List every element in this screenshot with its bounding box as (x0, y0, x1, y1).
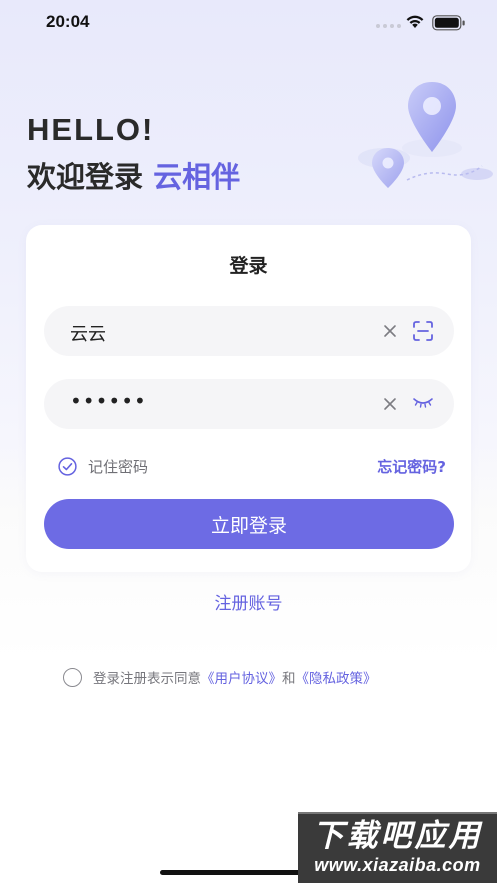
watermark-url: www.xiazaiba.com (314, 855, 481, 875)
agreement-row: 登录注册表示同意 《用户协议》 和 《隐私政策》 (63, 667, 377, 687)
username-field[interactable]: 云云 (44, 306, 454, 356)
remember-password-label: 记住密码 (88, 458, 149, 476)
close-icon[interactable] (383, 397, 397, 411)
user-agreement-link[interactable]: 《用户协议》 (201, 667, 282, 687)
status-dots (376, 24, 401, 28)
status-bar: 20:04 (0, 0, 497, 46)
login-button[interactable]: 立即登录 (44, 499, 454, 549)
login-card-title: 登录 (229, 255, 268, 277)
close-icon[interactable] (383, 324, 397, 338)
forgot-password-link[interactable]: 忘记密码? (377, 456, 446, 477)
agreement-radio[interactable] (63, 667, 82, 687)
watermark: 下载吧应用 www.xiazaiba.com (298, 812, 497, 883)
battery-icon (432, 15, 465, 31)
agreement-prefix: 登录注册表示同意 (93, 671, 201, 687)
privacy-policy-link[interactable]: 《隐私政策》 (296, 667, 377, 687)
watermark-title: 下载吧应用 (312, 818, 483, 854)
welcome-heading: 欢迎登录 云相伴 (27, 154, 240, 196)
brand-name: 云相伴 (153, 160, 241, 194)
agreement-conjunction: 和 (282, 671, 296, 687)
password-value[interactable]: •••••• (70, 389, 147, 413)
password-field[interactable]: •••••• (44, 379, 454, 429)
location-pin-illustration (358, 82, 493, 188)
remember-password-checkbox[interactable]: 记住密码 (58, 456, 148, 477)
welcome-prefix: 欢迎登录 (27, 160, 154, 194)
greeting-title: HELLO! (27, 112, 155, 147)
register-link[interactable]: 注册账号 (0, 589, 497, 614)
eye-closed-icon[interactable] (412, 396, 434, 410)
wifi-icon (406, 15, 424, 28)
login-card: 登录 云云 •••••• 记住密码 忘记密码? 立即登录 (26, 225, 471, 572)
username-value[interactable]: 云云 (70, 320, 370, 346)
status-time: 20:04 (46, 12, 90, 31)
scan-icon[interactable] (412, 320, 434, 342)
check-circle-icon[interactable] (58, 457, 77, 476)
